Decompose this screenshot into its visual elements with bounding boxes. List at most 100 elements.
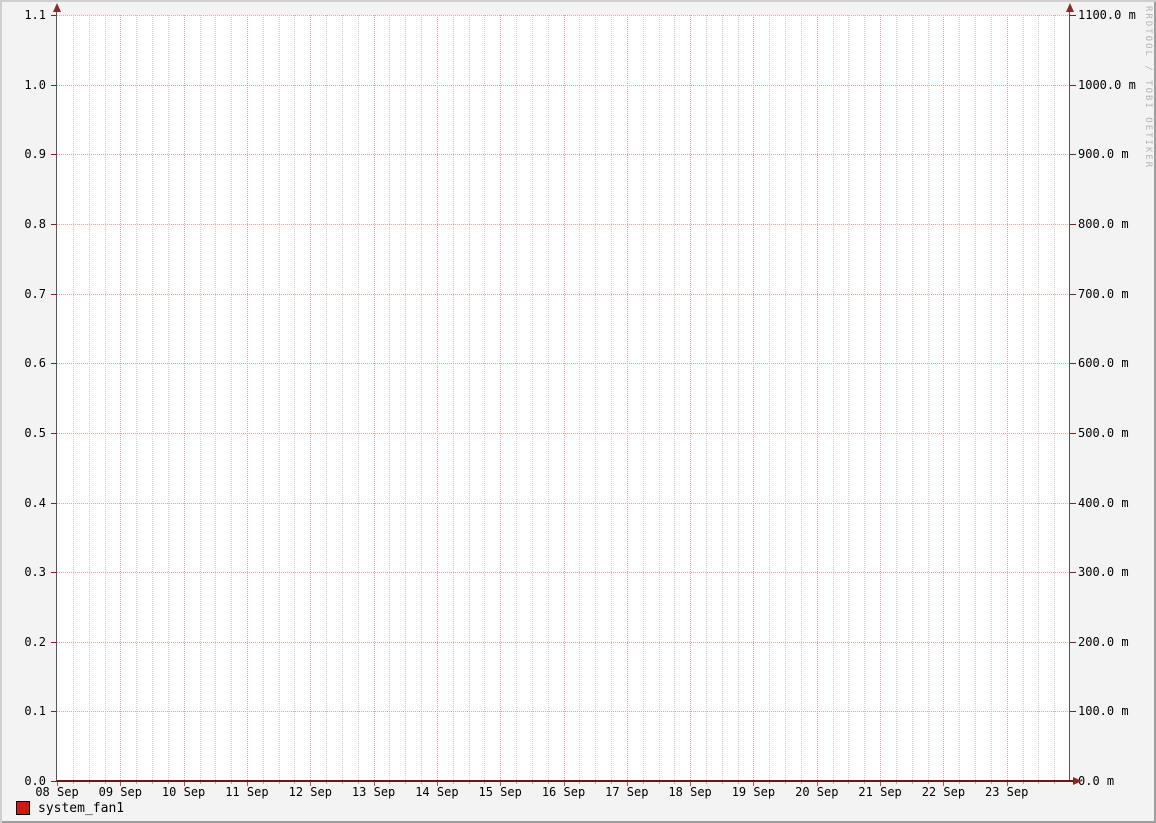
minor-tick-bottom [104, 782, 106, 784]
minor-gridline-vertical [658, 15, 660, 781]
minor-gridline-vertical [341, 15, 343, 781]
minor-gridline-vertical [800, 15, 802, 781]
minor-tick-bottom [721, 782, 723, 784]
major-gridline-vertical [183, 15, 185, 781]
left-axis-tick-label: 0.1 [24, 704, 46, 719]
minor-tick-bottom [927, 782, 929, 784]
minor-tick-bottom [674, 782, 676, 784]
minor-tick-bottom [769, 782, 771, 784]
minor-tick-bottom [484, 782, 486, 784]
minor-tick-bottom [167, 782, 169, 784]
minor-gridline-vertical [531, 15, 533, 781]
minor-gridline-vertical [294, 15, 296, 781]
minor-gridline-vertical [864, 15, 866, 781]
major-gridline-vertical [563, 15, 565, 781]
minor-gridline-vertical [484, 15, 486, 781]
minor-tick-bottom [452, 782, 454, 784]
minor-tick-bottom [848, 782, 850, 784]
legend: system_fan1 [16, 800, 124, 816]
right-axis-tick-label: 1100.0 m [1078, 8, 1136, 22]
minor-tick-bottom [658, 782, 660, 784]
major-gridline-horizontal [57, 15, 1070, 16]
minor-tick-bottom [737, 782, 739, 784]
right-axis-tick-label: 400.0 m [1078, 495, 1129, 510]
x-axis-tick-label: 18 Sep [668, 785, 712, 799]
minor-gridline-vertical [674, 15, 676, 781]
minor-gridline-vertical [215, 15, 217, 781]
minor-tick-bottom [341, 782, 343, 784]
minor-gridline-vertical [595, 15, 597, 781]
minor-gridline-vertical [136, 15, 138, 781]
left-axis-tick-label: 0.8 [24, 216, 46, 231]
major-tick-right [1070, 641, 1076, 643]
major-gridline-vertical [1006, 15, 1008, 781]
minor-tick-bottom [706, 782, 707, 784]
minor-gridline-vertical [975, 15, 976, 781]
minor-tick-bottom [864, 782, 866, 784]
minor-gridline-vertical [706, 15, 707, 781]
legend-label: system_fan1 [38, 800, 125, 816]
major-gridline-horizontal [57, 363, 1070, 365]
minor-gridline-vertical [1038, 15, 1040, 781]
minor-gridline-vertical [611, 15, 612, 781]
major-gridline-vertical [436, 15, 438, 781]
minor-tick-bottom [1054, 782, 1056, 784]
x-axis-tick-label: 16 Sep [541, 785, 586, 799]
minor-tick-bottom [1022, 782, 1024, 784]
x-axis-tick-label: 17 Sep [605, 785, 649, 799]
minor-tick-bottom [547, 782, 549, 784]
minor-tick-bottom [421, 782, 422, 784]
major-tick-right [1070, 15, 1076, 16]
minor-tick-bottom [1038, 782, 1040, 784]
x-axis-line [57, 780, 1073, 782]
left-axis-tick-label: 0.5 [24, 425, 46, 440]
major-gridline-vertical [943, 15, 945, 781]
minor-gridline-vertical [927, 15, 929, 781]
major-gridline-vertical [373, 15, 375, 781]
minor-tick-bottom [975, 782, 976, 784]
x-axis-tick-label: 09 Sep [98, 785, 142, 799]
major-tick-right [1070, 293, 1076, 295]
major-gridline-horizontal [57, 641, 1070, 643]
legend-swatch-system-fan1 [16, 801, 30, 815]
right-axis-tick-label: 100.0 m [1078, 704, 1129, 719]
minor-gridline-vertical [990, 15, 992, 781]
rrdtool-watermark: RRDTOOL / TOBI OETIKER [1143, 6, 1153, 170]
x-axis-tick-label: 12 Sep [288, 785, 332, 799]
minor-gridline-vertical [167, 15, 169, 781]
minor-tick-bottom [231, 782, 233, 784]
minor-gridline-vertical [516, 15, 517, 781]
rrdtool-graph: 08 Sep 09 Sep 10 Sep 11 Sep 12 Sep 13 Sep 14 S… [0, 0, 1156, 823]
minor-gridline-vertical [389, 15, 391, 781]
major-gridline-horizontal [57, 502, 1070, 504]
minor-gridline-vertical [1022, 15, 1024, 781]
minor-gridline-vertical [832, 15, 834, 781]
minor-tick-bottom [642, 782, 644, 784]
major-tick-right [1070, 363, 1076, 365]
major-gridline-horizontal [57, 572, 1070, 574]
right-axis-tick-label: 900.0 m [1078, 147, 1129, 162]
major-gridline-vertical [880, 15, 882, 781]
minor-gridline-vertical [769, 15, 771, 781]
minor-gridline-vertical [326, 15, 328, 781]
minor-gridline-vertical [895, 15, 897, 781]
x-axis-tick-label: 20 Sep [795, 785, 839, 799]
minor-tick-bottom [326, 782, 328, 784]
minor-gridline-vertical [721, 15, 723, 781]
minor-gridline-vertical [452, 15, 454, 781]
right-axis-tick-label: 500.0 m [1078, 425, 1129, 440]
minor-gridline-vertical [547, 15, 549, 781]
major-gridline-horizontal [57, 432, 1070, 434]
major-tick-right [1070, 711, 1076, 713]
minor-tick-bottom [516, 782, 517, 784]
minor-tick-bottom [199, 782, 201, 784]
minor-gridline-vertical [88, 15, 90, 781]
minor-tick-bottom [294, 782, 296, 784]
x-axis-arrow-icon [1073, 777, 1082, 785]
minor-gridline-vertical [1054, 15, 1056, 781]
minor-tick-bottom [152, 782, 153, 784]
right-axis-tick-label: 600.0 m [1078, 356, 1129, 371]
right-y-axis-line [1069, 8, 1070, 781]
left-axis-tick-label: 0.7 [24, 286, 46, 301]
minor-tick-bottom [911, 782, 913, 784]
